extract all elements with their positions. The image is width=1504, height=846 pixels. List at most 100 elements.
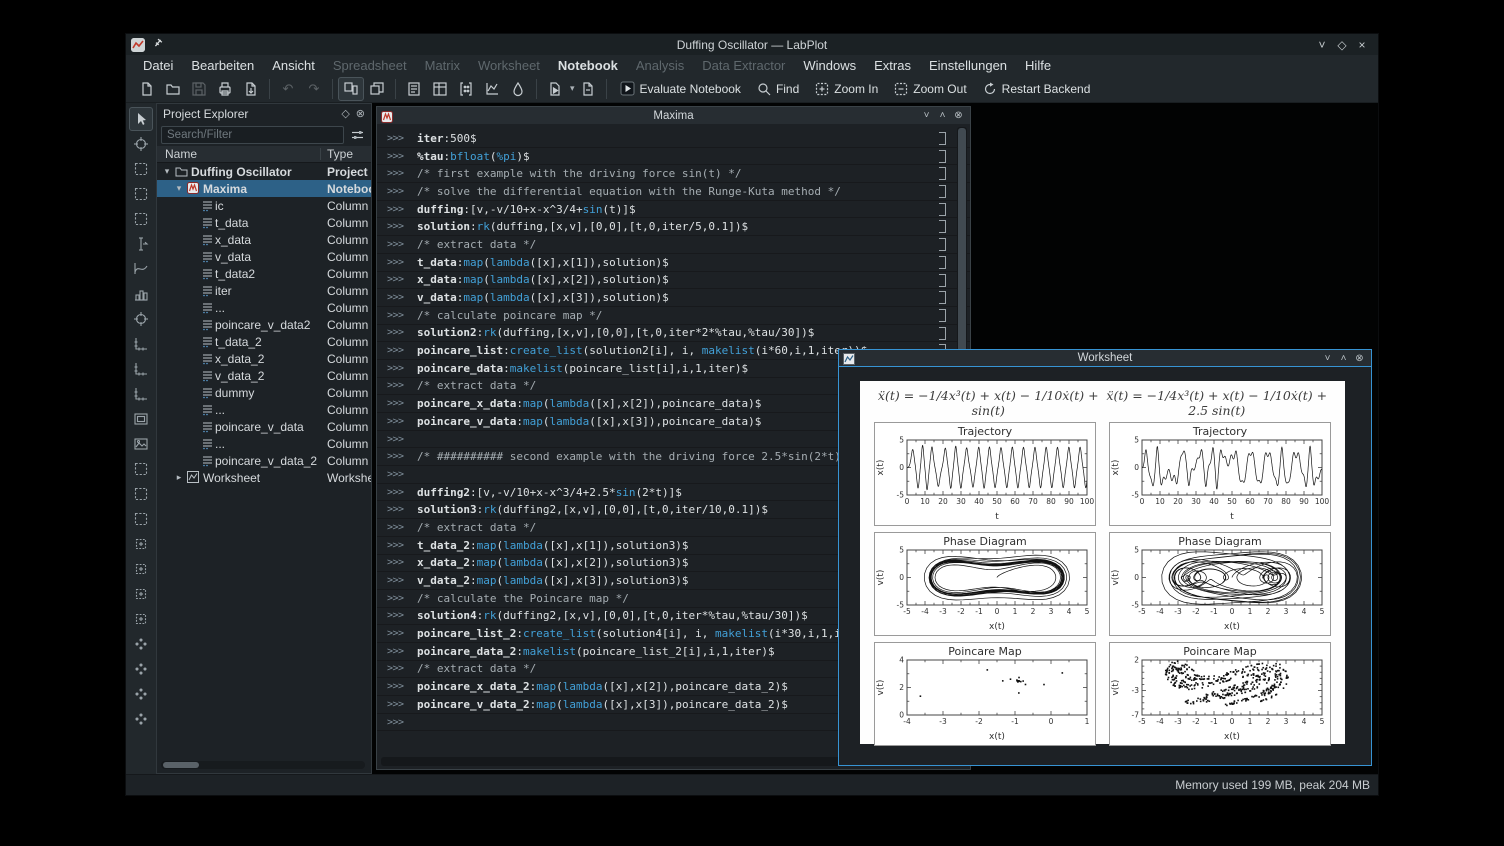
notebook-cell[interactable]: >>> v_data:map(lambda([x],x[3]),solution)… [377, 289, 970, 307]
box-zoom-x-icon[interactable] [129, 482, 153, 506]
worksheet-restore-icon[interactable]: ˄ [1337, 353, 1350, 364]
menu-ansicht[interactable]: Ansicht [263, 58, 324, 73]
tile-windows-icon[interactable] [338, 76, 364, 101]
tree-row-worksheet[interactable]: ▸ Worksheet Worksheet [157, 469, 371, 486]
shift-down-icon[interactable] [129, 607, 153, 631]
box-zoom-icon[interactable] [129, 457, 153, 481]
tree-row-poincare_v_data_2[interactable]: poincare_v_data_2 Column [157, 452, 371, 469]
tree-row-t_data_2[interactable]: t_data_2 Column [157, 333, 371, 350]
plot-poincare-map-left[interactable]: Poincare Map -4 -3 -2 -1 0 1 0 2 4 x(t) v(t) [874, 642, 1096, 746]
image-icon[interactable] [129, 432, 153, 456]
open-project-icon[interactable] [160, 77, 186, 101]
tree-expander-icon[interactable]: ▾ [173, 183, 185, 194]
navigate-tool-icon[interactable] [129, 132, 153, 156]
tree-row-ic[interactable]: ic Column [157, 197, 371, 214]
zoom-out-button[interactable]: Zoom Out [886, 77, 974, 101]
print-preview-icon[interactable] [238, 77, 264, 101]
shift-left-icon[interactable] [129, 557, 153, 581]
notebook-cell[interactable]: >>> /* extract data */ [377, 236, 970, 254]
new-spreadsheet-icon[interactable] [427, 77, 453, 101]
tree-row-duffingoscillator[interactable]: ▾ Duffing Oscillator Project [157, 163, 371, 180]
close-button[interactable]: × [1354, 38, 1370, 52]
maximize-button[interactable]: ◇ [1334, 38, 1350, 52]
find-button[interactable]: Find [749, 77, 807, 101]
notebook-cell[interactable]: >>> solution:rk(duffing,[x,v],[0,0],[t,0,… [377, 218, 970, 237]
cascade-windows-icon[interactable] [364, 77, 390, 101]
new-cas-worksheet-icon[interactable] [542, 77, 568, 101]
new-matrix-icon[interactable] [453, 77, 479, 101]
tree-expander-icon[interactable]: ▸ [173, 472, 185, 483]
tree-row-poincare_v_data2[interactable]: poincare_v_data2 Column [157, 316, 371, 333]
worksheet-titlebar[interactable]: Worksheet ˅ ˄ ⊗ [839, 350, 1371, 367]
tree-expander-icon[interactable]: ▾ [161, 166, 173, 177]
auto-scale-y-icon[interactable] [129, 682, 153, 706]
plot-trajectory-left[interactable]: Trajectory 0 10 20 30 40 50 60 70 80 90 100 -5 0 5 t x(t… [874, 422, 1096, 526]
shade-button[interactable]: ˅ [1314, 38, 1330, 52]
tree-row-t_data2[interactable]: t_data2 Column [157, 265, 371, 282]
restart-backend-button[interactable]: Restart Backend [975, 77, 1099, 101]
evaluate-notebook-button[interactable]: Evaluate Notebook [612, 77, 749, 101]
notebook-cell[interactable]: >>> %tau:bfloat(%pi)$ [377, 148, 970, 166]
cursor-tool-icon[interactable] [129, 232, 153, 256]
undo-icon[interactable]: ↶ [275, 77, 301, 101]
zoom-in-button[interactable]: Zoom In [807, 77, 886, 101]
new-script-icon[interactable] [575, 77, 601, 101]
tree-row-x_data_2[interactable]: x_data_2 Column [157, 350, 371, 367]
tree-header[interactable]: Name Type [157, 146, 371, 163]
xy-curve-icon[interactable] [129, 257, 153, 281]
plot-poincare-map-right[interactable]: Poincare Map -5 -4 -3 -2 -1 0 1 2 3 4 5 2 -3 -7 x(t) v(t… [1109, 642, 1331, 746]
histogram-icon[interactable] [129, 282, 153, 306]
float-panel-icon[interactable]: ◇ [341, 107, 349, 120]
menu-hilfe[interactable]: Hilfe [1016, 58, 1060, 73]
print-icon[interactable] [212, 77, 238, 101]
notebook-cell[interactable]: >>> /* first example with the driving for… [377, 165, 970, 184]
color-theme-icon[interactable] [505, 77, 531, 101]
menu-extras[interactable]: Extras [865, 58, 920, 73]
menu-windows[interactable]: Windows [794, 58, 865, 73]
menu-bearbeiten[interactable]: Bearbeiten [182, 58, 263, 73]
tree-row-[interactable]: ... Column [157, 401, 371, 418]
filter-options-icon[interactable] [347, 126, 367, 144]
notebook-cell[interactable]: >>> duffing:[v,-v/10+x-x^3/4+sin(t)]$ [377, 201, 970, 219]
tree-row-[interactable]: ... Column [157, 435, 371, 452]
search-input[interactable] [161, 125, 344, 144]
auto-scale-icon[interactable] [129, 632, 153, 656]
shift-right-icon[interactable] [129, 532, 153, 556]
notebook-titlebar[interactable]: Maxima ˅ ˄ ⊗ [377, 107, 970, 124]
zoom-select-tool-icon[interactable] [129, 157, 153, 181]
notebook-cell[interactable]: >>> iter:500$ [377, 130, 970, 148]
shift-up-icon[interactable] [129, 582, 153, 606]
tree-row-v_data[interactable]: v_data Column [157, 248, 371, 265]
plot-phase-diagram-left[interactable]: Phase Diagram -5 -4 -3 -2 -1 0 1 2 3 4 5 -5 0 5 x(t) v(t… [874, 532, 1096, 636]
save-project-icon[interactable] [186, 77, 212, 101]
worksheet-view[interactable]: ẍ(t) = −1/4x³(t) + x(t) − 1/10ẋ(t) + sin… [839, 367, 1371, 765]
redo-icon[interactable]: ↷ [301, 77, 327, 101]
notebook-cell[interactable]: >>> /* solve the differential equation wi… [377, 183, 970, 201]
tree-row-t_data[interactable]: t_data Column [157, 214, 371, 231]
new-project-icon[interactable] [134, 77, 160, 101]
notebook-cell[interactable]: >>> /* calculate poincare map */ [377, 307, 970, 325]
notebook-cell[interactable]: >>> x_data:map(lambda([x],x[2]),solution)… [377, 272, 970, 290]
titlebar[interactable]: Duffing Oscillator — LabPlot ˅ ◇ × [126, 34, 1378, 55]
menu-datei[interactable]: Datei [134, 58, 182, 73]
worksheet-close-icon[interactable]: ⊗ [1353, 353, 1366, 364]
plot-area-icon[interactable] [129, 407, 153, 431]
new-worksheet-icon[interactable] [479, 77, 505, 101]
axis-x-icon[interactable] [129, 357, 153, 381]
notebook-restore-icon[interactable]: ˄ [936, 110, 949, 121]
notebook-shade-icon[interactable]: ˅ [920, 110, 933, 121]
axis-icon[interactable] [129, 332, 153, 356]
plot-phase-diagram-right[interactable]: Phase Diagram -5 -4 -3 -2 -1 0 1 2 3 4 5 -5 0 5 x(t) v(t… [1109, 532, 1331, 636]
explorer-hscrollbar[interactable] [161, 761, 365, 769]
tree-row-poincare_v_data[interactable]: poincare_v_data Column [157, 418, 371, 435]
menu-einstellungen[interactable]: Einstellungen [920, 58, 1016, 73]
worksheet-shade-icon[interactable]: ˅ [1321, 353, 1334, 364]
menu-notebook[interactable]: Notebook [549, 58, 627, 73]
zoom-x-select-tool-icon[interactable] [129, 182, 153, 206]
tree-row-x_data[interactable]: x_data Column [157, 231, 371, 248]
plot-trajectory-right[interactable]: Trajectory 0 10 20 30 40 50 60 70 80 90 100 -5 0 5 t x(t… [1109, 422, 1331, 526]
notebook-close-icon[interactable]: ⊗ [952, 110, 965, 121]
tree-row-[interactable]: ... Column [157, 299, 371, 316]
dropdown-arrow-icon[interactable]: ▾ [570, 83, 575, 94]
notebook-cell[interactable]: >>> solution2:rk(duffing,[x,v],[0,0],[t,0… [377, 325, 970, 343]
